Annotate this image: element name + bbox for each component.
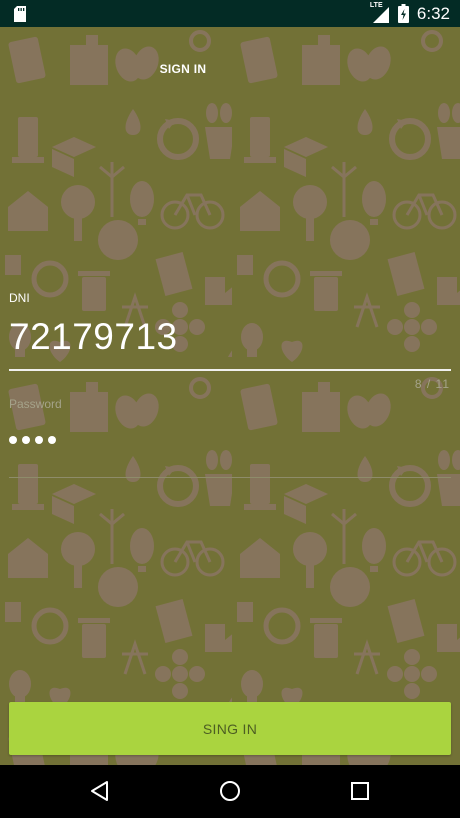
dni-field-underline bbox=[9, 369, 451, 371]
back-icon[interactable] bbox=[87, 778, 113, 804]
password-mask-dot bbox=[48, 436, 56, 444]
recents-icon[interactable] bbox=[347, 778, 373, 804]
eco-pattern-background bbox=[0, 27, 460, 765]
password-mask-dot bbox=[9, 436, 17, 444]
status-bar: LTE 6:32 bbox=[0, 0, 460, 27]
lte-signal-icon: LTE bbox=[370, 2, 390, 24]
sd-card-icon bbox=[14, 6, 26, 22]
password-field-label: Password bbox=[9, 397, 62, 411]
dni-input[interactable]: 72179713 bbox=[9, 316, 178, 358]
dni-field-label: DNI bbox=[9, 291, 30, 305]
password-input[interactable] bbox=[9, 436, 56, 444]
home-icon[interactable] bbox=[217, 778, 243, 804]
sign-in-screen: LTE 6:32 SIGN IN DNI 72179713 8 / 11 Pas… bbox=[0, 0, 460, 818]
navigation-bar bbox=[0, 765, 460, 818]
dni-character-counter: 8 / 11 bbox=[414, 377, 450, 391]
battery-icon bbox=[397, 4, 409, 23]
password-mask-dot bbox=[22, 436, 30, 444]
password-field-underline bbox=[9, 477, 451, 478]
page-title: SIGN IN bbox=[159, 62, 207, 76]
clock: 6:32 bbox=[416, 3, 450, 23]
password-mask-dot bbox=[35, 436, 43, 444]
main-content: SIGN IN DNI 72179713 8 / 11 Password SIN… bbox=[0, 27, 460, 765]
sign-in-button[interactable]: SING IN bbox=[9, 702, 451, 755]
